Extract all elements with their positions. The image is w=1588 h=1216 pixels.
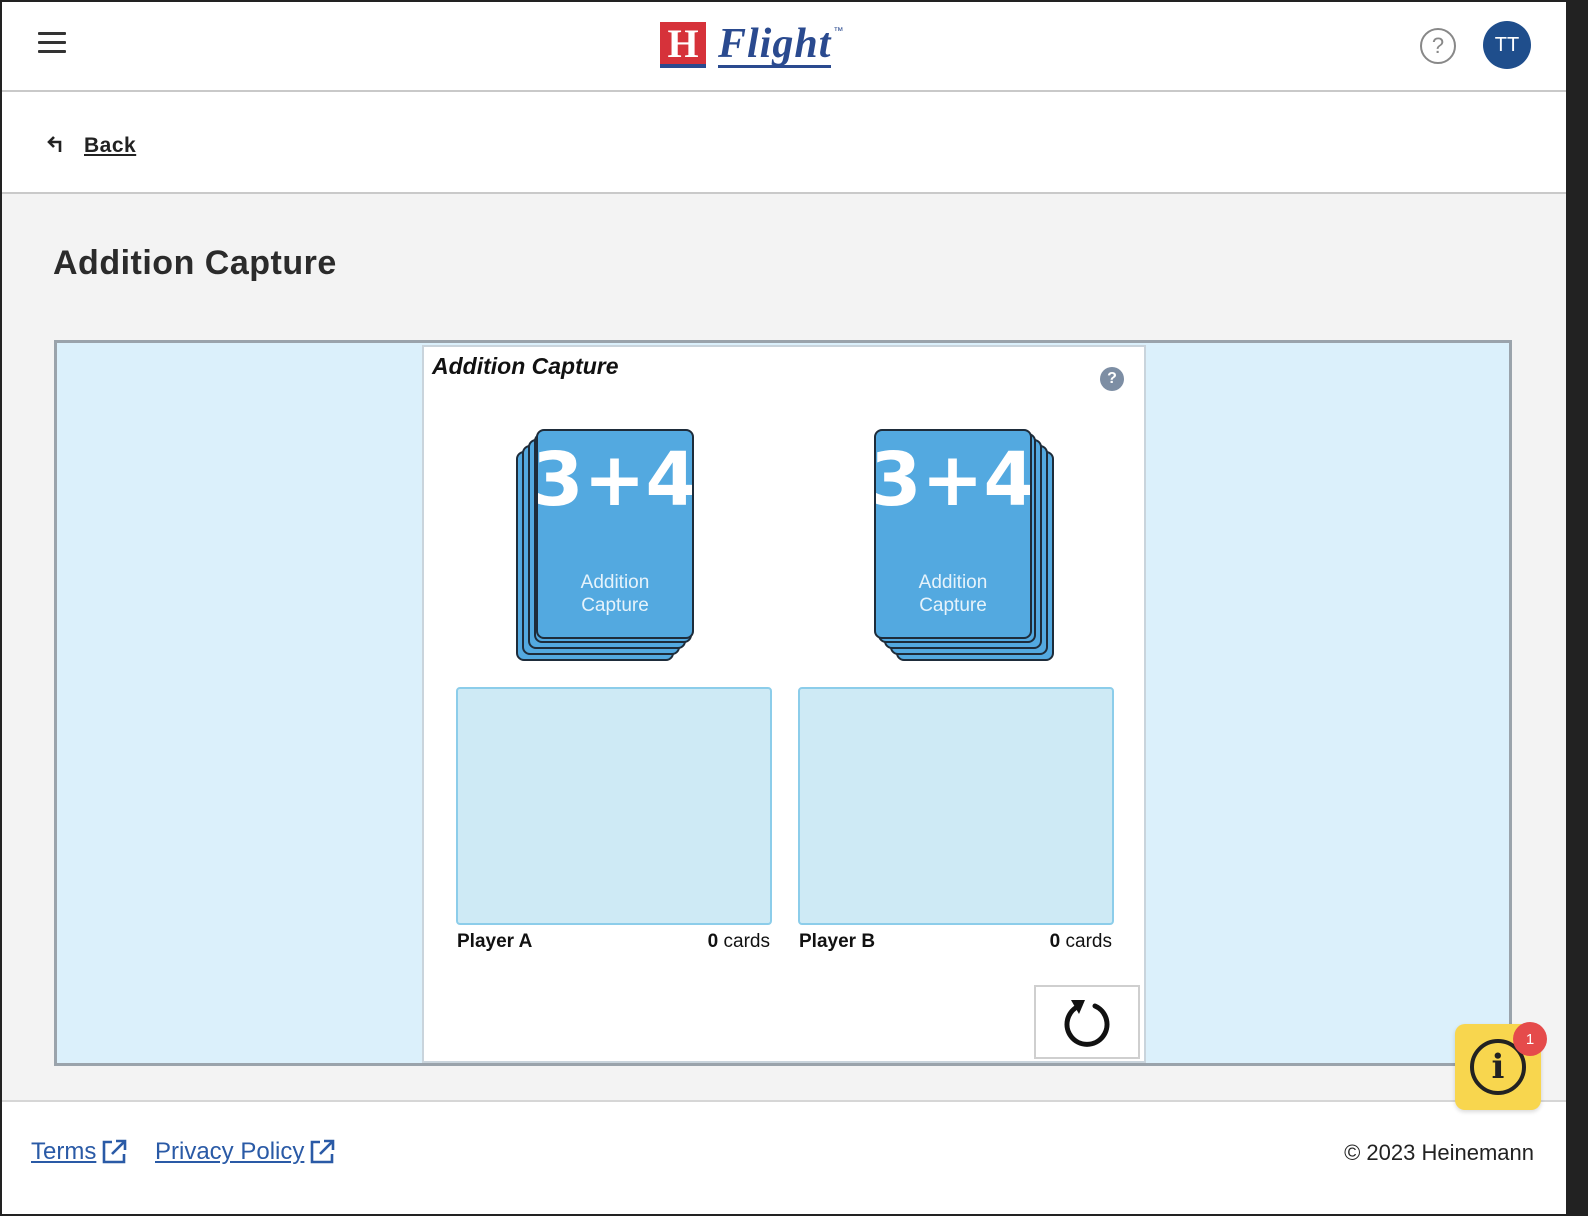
back-bar: Back [0,92,1566,194]
player-a-name: Player A [457,931,533,952]
game-panel: Addition Capture ? 3+4 Addition Capture [422,345,1146,1063]
player-b-count-value: 0 [1049,931,1061,952]
card-label-line1: Addition [918,572,988,593]
logo-wordmark: Flight [718,20,832,68]
player-a-card-count: 0 cards [650,931,770,953]
game-frame: Addition Capture ? 3+4 Addition Capture [54,340,1512,1066]
terms-link[interactable]: Terms [31,1138,128,1166]
player-a-count-value: 0 [707,931,719,952]
help-icon[interactable]: ? [1420,28,1456,64]
deck-top-card: 3+4 Addition Capture [536,429,694,639]
privacy-policy-label: Privacy Policy [155,1138,305,1165]
player-b-count-unit: cards [1065,931,1112,952]
main-content: Addition Capture Addition Capture ? 3+4 … [0,194,1566,1100]
footer: Terms Privacy Policy © 2023 Heinemann [0,1100,1566,1214]
external-link-icon [103,1139,127,1164]
player-a-capture-zone[interactable] [456,687,772,925]
back-arrow-icon [46,132,66,160]
copyright-text: © 2023 Heinemann [1344,1140,1534,1165]
game-help-icon[interactable]: ? [1100,367,1124,391]
notification-badge: 1 [1513,1022,1547,1056]
privacy-policy-link[interactable]: Privacy Policy [155,1138,336,1166]
player-b-capture-zone[interactable] [798,687,1114,925]
card-face-equation: 3+4 [536,437,694,523]
card-label: Addition Capture [538,571,692,617]
back-link[interactable]: Back [46,132,136,160]
user-avatar[interactable]: TT [1483,21,1531,69]
restart-icon [1064,1000,1110,1047]
external-link-icon [311,1139,335,1164]
player-b-name: Player B [799,931,876,952]
game-title: Addition Capture [432,353,619,379]
info-button[interactable]: i 1 [1455,1022,1547,1110]
player-b-deck[interactable]: 3+4 Addition Capture [874,429,1054,661]
logo-trademark: ™ [833,26,844,37]
reset-button[interactable] [1034,985,1140,1059]
player-a-deck[interactable]: 3+4 Addition Capture [516,429,696,661]
card-face-equation: 3+4 [874,437,1032,523]
card-label: Addition Capture [876,571,1030,617]
card-label-line2: Capture [581,595,649,616]
card-label-line2: Capture [919,595,987,616]
deck-top-card: 3+4 Addition Capture [874,429,1032,639]
top-bar: H Flight ™ ? TT [0,0,1566,92]
terms-label: Terms [31,1138,97,1165]
back-label: Back [84,134,137,157]
page-title: Addition Capture [53,244,337,282]
player-b-card-count: 0 cards [992,931,1112,953]
flight-logo[interactable]: H Flight ™ [660,20,843,70]
card-label-line1: Addition [580,572,650,593]
logo-h-mark: H [660,21,706,68]
player-a-count-unit: cards [723,931,770,952]
menu-icon[interactable] [38,32,66,54]
